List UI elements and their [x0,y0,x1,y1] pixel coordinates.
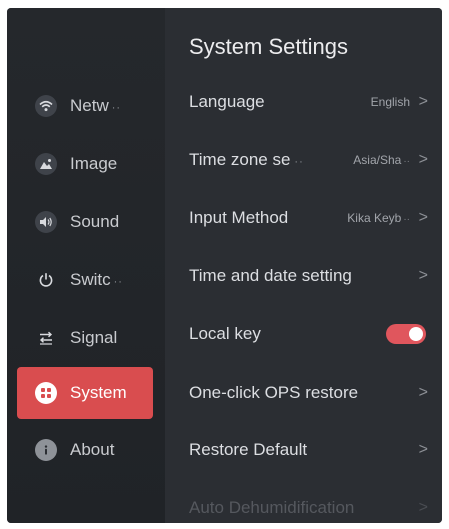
setting-label: Local key [189,324,261,343]
truncation-ellipsis: ·· [111,102,122,114]
truncation-ellipsis: ·· [403,156,410,167]
sidebar-item-label: Sound [70,212,120,231]
grid-icon [35,382,57,404]
chevron-right-icon: > [418,93,428,110]
sidebar-item-about[interactable]: About [17,428,153,472]
setting-label: One-click OPS restore [189,383,359,402]
truncation-ellipsis: ·· [113,276,123,288]
setting-label: Time zone se [189,150,291,169]
settings-panel: System Settings Language English > Time … [165,8,442,523]
setting-row-restore-default[interactable]: Restore Default > [189,430,428,470]
setting-row-time-zone[interactable]: Time zone se ·· Asia/Sha ·· > [189,140,428,180]
sidebar-item-label: About [70,440,115,459]
setting-row-input-method[interactable]: Input Method Kika Keyb ·· > [189,198,428,238]
sidebar-item-label: Signal [70,328,118,347]
truncation-ellipsis: ·· [294,156,304,168]
page-title: System Settings [189,34,348,59]
info-icon [35,439,57,461]
toggle-knob [409,327,423,341]
sidebar: Netw ·· Image Sound Switc ·· Signal Syst… [7,8,165,523]
setting-label: Input Method [189,208,289,227]
truncation-ellipsis: ·· [403,214,410,225]
power-icon [35,269,57,291]
chevron-right-icon: > [418,209,428,226]
setting-value: Asia/Sha [353,153,402,167]
wifi-icon [35,95,57,117]
setting-value: English [370,95,410,109]
setting-row-auto-dehumidification[interactable]: Auto Dehumidification > [189,488,428,523]
setting-label: Language [189,92,265,111]
sidebar-item-image[interactable]: Image [17,142,153,186]
setting-label: Auto Dehumidification [189,498,355,517]
chevron-right-icon: > [418,499,428,516]
setting-value: Kika Keyb [347,211,402,225]
sidebar-item-label: Image [70,154,118,173]
settings-window: Netw ·· Image Sound Switc ·· Signal Syst… [7,8,442,523]
sidebar-item-label: Switc [70,270,111,289]
chevron-right-icon: > [418,441,428,458]
signal-source-icon [35,327,57,349]
chevron-right-icon: > [418,267,428,284]
setting-row-ops-restore[interactable]: One-click OPS restore > [189,373,428,413]
setting-row-local-key: Local key [189,314,428,354]
setting-row-time-date[interactable]: Time and date setting > [189,256,428,296]
sidebar-item-label: System [70,383,127,402]
chevron-right-icon: > [418,384,428,401]
sidebar-item-network[interactable]: Netw ·· [17,84,153,128]
chevron-right-icon: > [418,151,428,168]
sidebar-item-switch[interactable]: Switc ·· [17,258,153,302]
sidebar-item-sound[interactable]: Sound [17,200,153,244]
speaker-icon [35,211,57,233]
sidebar-item-label: Netw [70,96,109,115]
local-key-toggle[interactable] [386,324,426,344]
setting-label: Time and date setting [189,266,352,285]
setting-label: Restore Default [189,440,308,459]
sidebar-item-system[interactable]: System [17,367,153,419]
image-icon [35,153,57,175]
setting-row-language[interactable]: Language English > [189,82,428,122]
sidebar-item-signal[interactable]: Signal [17,316,153,360]
